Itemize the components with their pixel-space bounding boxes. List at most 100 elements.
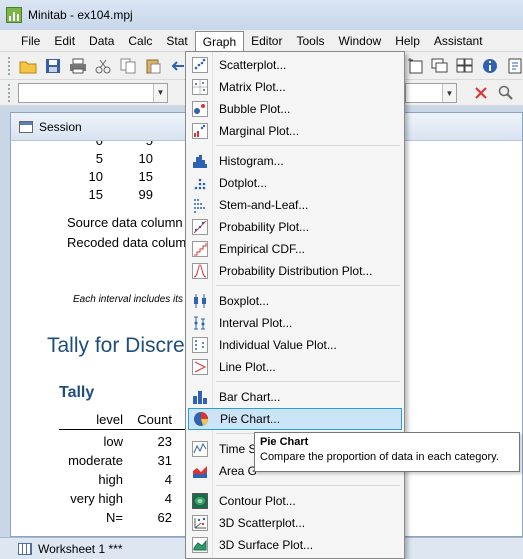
menu-item-label: Contour Plot... [219,494,296,508]
tally-level: high [98,472,123,487]
menu-item-line-plot[interactable]: Line Plot... [188,356,402,378]
recode-lower: 15 [88,187,103,202]
recode-upper: 10 [138,151,153,166]
area-graph-icon [191,462,209,480]
toolbar-grip-2[interactable] [8,83,12,102]
column-combo[interactable]: ▼ [405,83,457,103]
3d-surface-plot-icon [191,536,209,554]
menu-item-interval-plot[interactable]: Interval Plot... [188,312,402,334]
paste-icon[interactable] [143,56,163,76]
tile-windows-icon[interactable] [455,56,475,76]
search-icon[interactable] [496,83,516,103]
tooltip-title: Pie Chart [260,436,309,448]
marginal-plot-icon [191,122,209,140]
menu-data[interactable]: Data [82,31,121,51]
tally-heading: Tally for Discrete [47,334,203,357]
menu-item-contour-plot[interactable]: Contour Plot... [188,490,402,512]
menu-item-label: Boxplot... [219,294,270,308]
menu-item-3d-surface-plot[interactable]: 3D Surface Plot... [188,534,402,556]
menu-item-dotplot[interactable]: Dotplot... [188,172,402,194]
menu-assistant[interactable]: Assistant [427,31,490,51]
empirical-cdf-icon [191,240,209,258]
menu-item-label: 3D Surface Plot... [219,538,314,552]
source-data-label: Source data column [67,215,183,230]
menu-help[interactable]: Help [388,31,427,51]
menu-item-label: Scatterplot... [219,58,287,72]
menu-file[interactable]: File [14,31,47,51]
open-icon[interactable] [18,56,38,76]
menu-calc[interactable]: Calc [121,31,159,51]
menu-item-marginal-plot[interactable]: Marginal Plot... [188,120,402,142]
cancel-icon[interactable] [471,83,491,103]
scatterplot-icon [191,56,209,74]
menu-tools[interactable]: Tools [289,31,331,51]
menu-item-label: Probability Distribution Plot... [219,264,373,278]
pie-chart-icon [192,410,210,428]
table-row: very high 4 [59,491,199,510]
menu-separator [216,145,400,146]
save-icon[interactable] [43,56,63,76]
menu-item-label: Dotplot... [219,176,268,190]
menu-stat[interactable]: Stat [159,31,194,51]
menu-item-scatterplot[interactable]: Scatterplot... [188,54,402,76]
minitab-window: Minitab - ex104.mpj File Edit Data Calc Stat… [0,0,523,559]
menu-item-label: Bar Chart... [219,390,281,404]
menu-graph[interactable]: Graph [194,30,245,51]
menu-item-label: Individual Value Plot... [219,338,337,352]
individual-value-plot-icon [191,336,209,354]
menu-item-label: Empirical CDF... [219,242,306,256]
time-series-icon [191,440,209,458]
menu-item-probability-distribution-plot[interactable]: Probability Distribution Plot... [188,260,402,282]
menu-item-3d-scatterplot[interactable]: 3D Scatterplot... [188,512,402,534]
menu-window[interactable]: Window [332,31,389,51]
tally-subheading: Tally [59,384,95,401]
bubble-plot-icon [191,100,209,118]
toolbar-grip[interactable] [8,56,12,75]
menu-item-matrix-plot[interactable]: Matrix Plot... [188,76,402,98]
interval-plot-icon [191,314,209,332]
tally-count: 62 [157,510,172,525]
copy-icon[interactable] [118,56,138,76]
cut-icon[interactable] [93,56,113,76]
stack-windows-icon[interactable] [430,56,450,76]
matrix-plot-icon [191,78,209,96]
menu-item-bubble-plot[interactable]: Bubble Plot... [188,98,402,120]
line-plot-icon [191,358,209,376]
menu-separator [216,285,400,286]
menu-item-label: Time S [219,442,257,456]
command-combo[interactable]: ▼ [18,82,168,103]
recode-upper: 5 [113,141,153,148]
menu-item-label: Pie Chart... [220,412,281,426]
stem-and-leaf-icon [191,196,209,214]
probability-plot-icon [191,218,209,236]
menu-item-label: Line Plot... [219,360,276,374]
menu-item-pie-chart[interactable]: Pie Chart... [188,408,402,430]
tally-level: N= [106,510,123,525]
menu-item-bar-chart[interactable]: Bar Chart... [188,386,402,408]
graph-menu-dropdown: Scatterplot... Matrix Plot... Bubble Plot.… [185,51,405,559]
menu-item-probability-plot[interactable]: Probability Plot... [188,216,402,238]
tally-count: 31 [157,453,172,468]
menu-item-boxplot[interactable]: Boxplot... [188,290,402,312]
chevron-down-icon[interactable]: ▼ [442,84,456,102]
menu-item-histogram[interactable]: Histogram... [188,150,402,172]
recode-lower: 10 [88,169,103,184]
menu-item-label: Histogram... [219,154,284,168]
menu-item-label: Marginal Plot... [219,124,300,138]
title-bar: Minitab - ex104.mpj [0,0,523,30]
menu-item-empirical-cdf[interactable]: Empirical CDF... [188,238,402,260]
menu-item-individual-value-plot[interactable]: Individual Value Plot... [188,334,402,356]
chevron-down-icon[interactable]: ▼ [153,83,167,102]
window-title: Minitab - ex104.mpj [28,8,133,22]
menu-editor[interactable]: Editor [244,31,289,51]
info-icon[interactable] [480,56,500,76]
print-icon[interactable] [68,56,88,76]
help-document-icon[interactable] [505,56,523,76]
worksheet-tab-label: Worksheet 1 *** [38,541,123,556]
table-row: moderate 31 [59,453,199,472]
session-title: Session [39,119,82,134]
new-worksheet-icon[interactable] [405,56,425,76]
menu-item-stem-and-leaf[interactable]: Stem-and-Leaf... [188,194,402,216]
menu-edit[interactable]: Edit [47,31,82,51]
3d-scatterplot-icon [191,514,209,532]
